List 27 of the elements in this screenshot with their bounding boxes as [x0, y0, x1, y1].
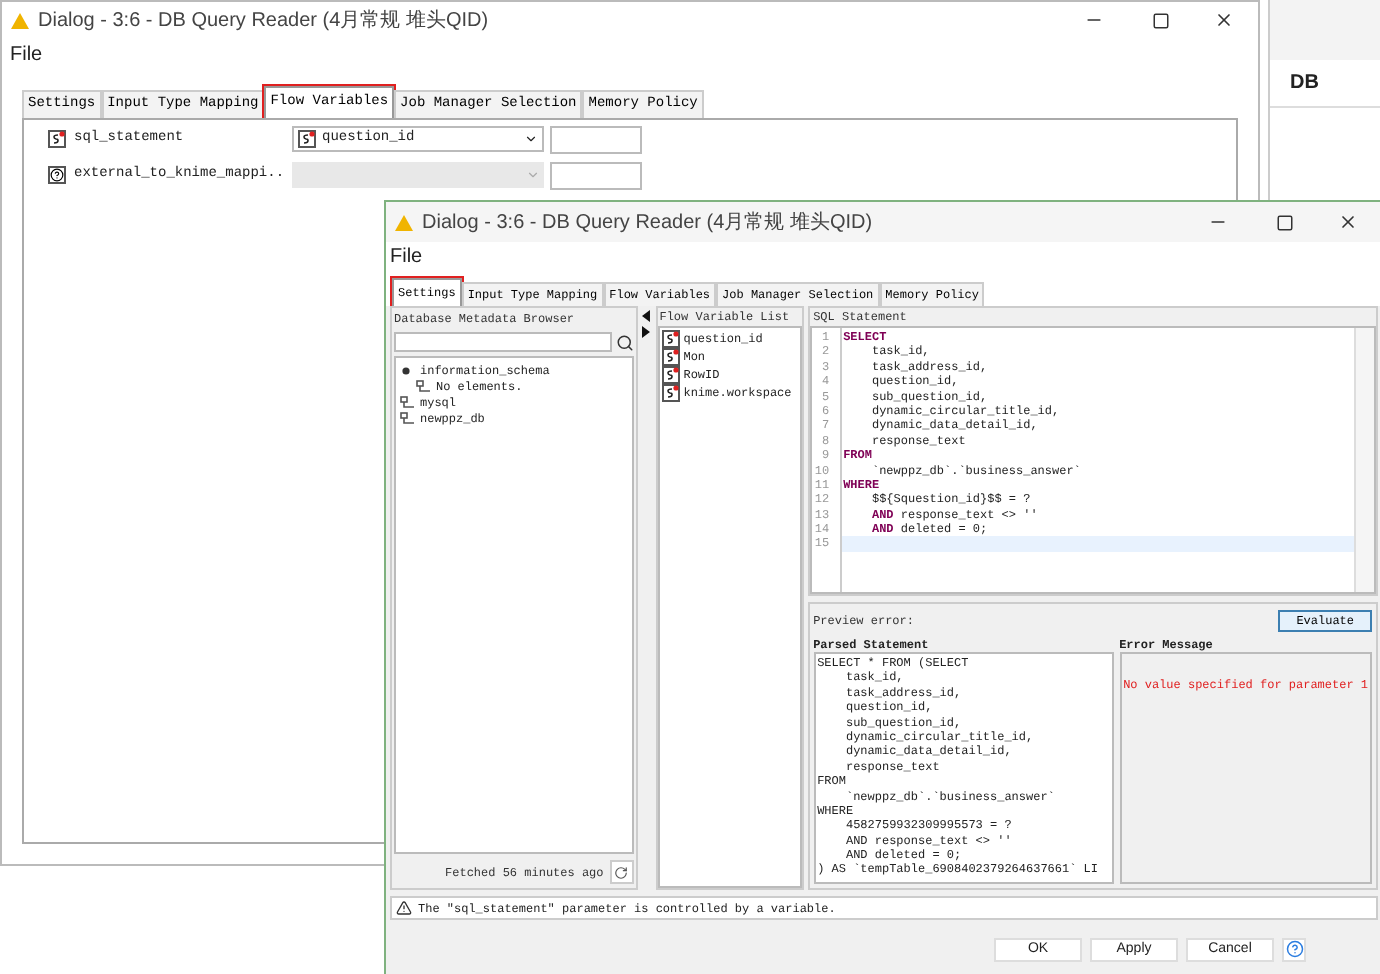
chevron-down-icon	[526, 168, 540, 182]
window-title: DB	[1290, 70, 1319, 98]
menu-item[interactable]: File	[390, 241, 423, 271]
input-field[interactable]	[550, 125, 642, 153]
search-icon[interactable]	[615, 333, 634, 351]
warning-icon	[396, 900, 412, 916]
refresh-icon	[614, 865, 629, 879]
unknown-type-icon	[48, 166, 66, 184]
chevron-down-icon	[524, 132, 538, 146]
menu-item[interactable]: File	[10, 39, 43, 69]
variable-icon	[48, 130, 66, 148]
window-title: Dialog - 3:6 - DB Query Reader (4月常规 堆头QID)	[38, 7, 489, 35]
scrollbar[interactable]	[1354, 328, 1374, 592]
search-field[interactable]	[394, 332, 612, 352]
help-button[interactable]	[1282, 937, 1306, 961]
code-editor[interactable]	[809, 326, 1376, 594]
warning-icon	[10, 11, 30, 29]
warning-icon	[394, 213, 414, 231]
input-field[interactable]	[550, 161, 642, 189]
close-icon[interactable]	[1338, 212, 1358, 232]
window-title: Dialog - 3:6 - DB Query Reader (4月常规 堆头QID)	[422, 209, 873, 237]
close-icon[interactable]	[1214, 10, 1234, 30]
collapse-arrows-icon[interactable]	[641, 310, 652, 338]
variable-icon	[298, 130, 316, 148]
maximize-icon[interactable]	[1276, 213, 1294, 231]
refresh-button[interactable]	[609, 860, 634, 884]
maximize-icon[interactable]	[1152, 11, 1170, 29]
